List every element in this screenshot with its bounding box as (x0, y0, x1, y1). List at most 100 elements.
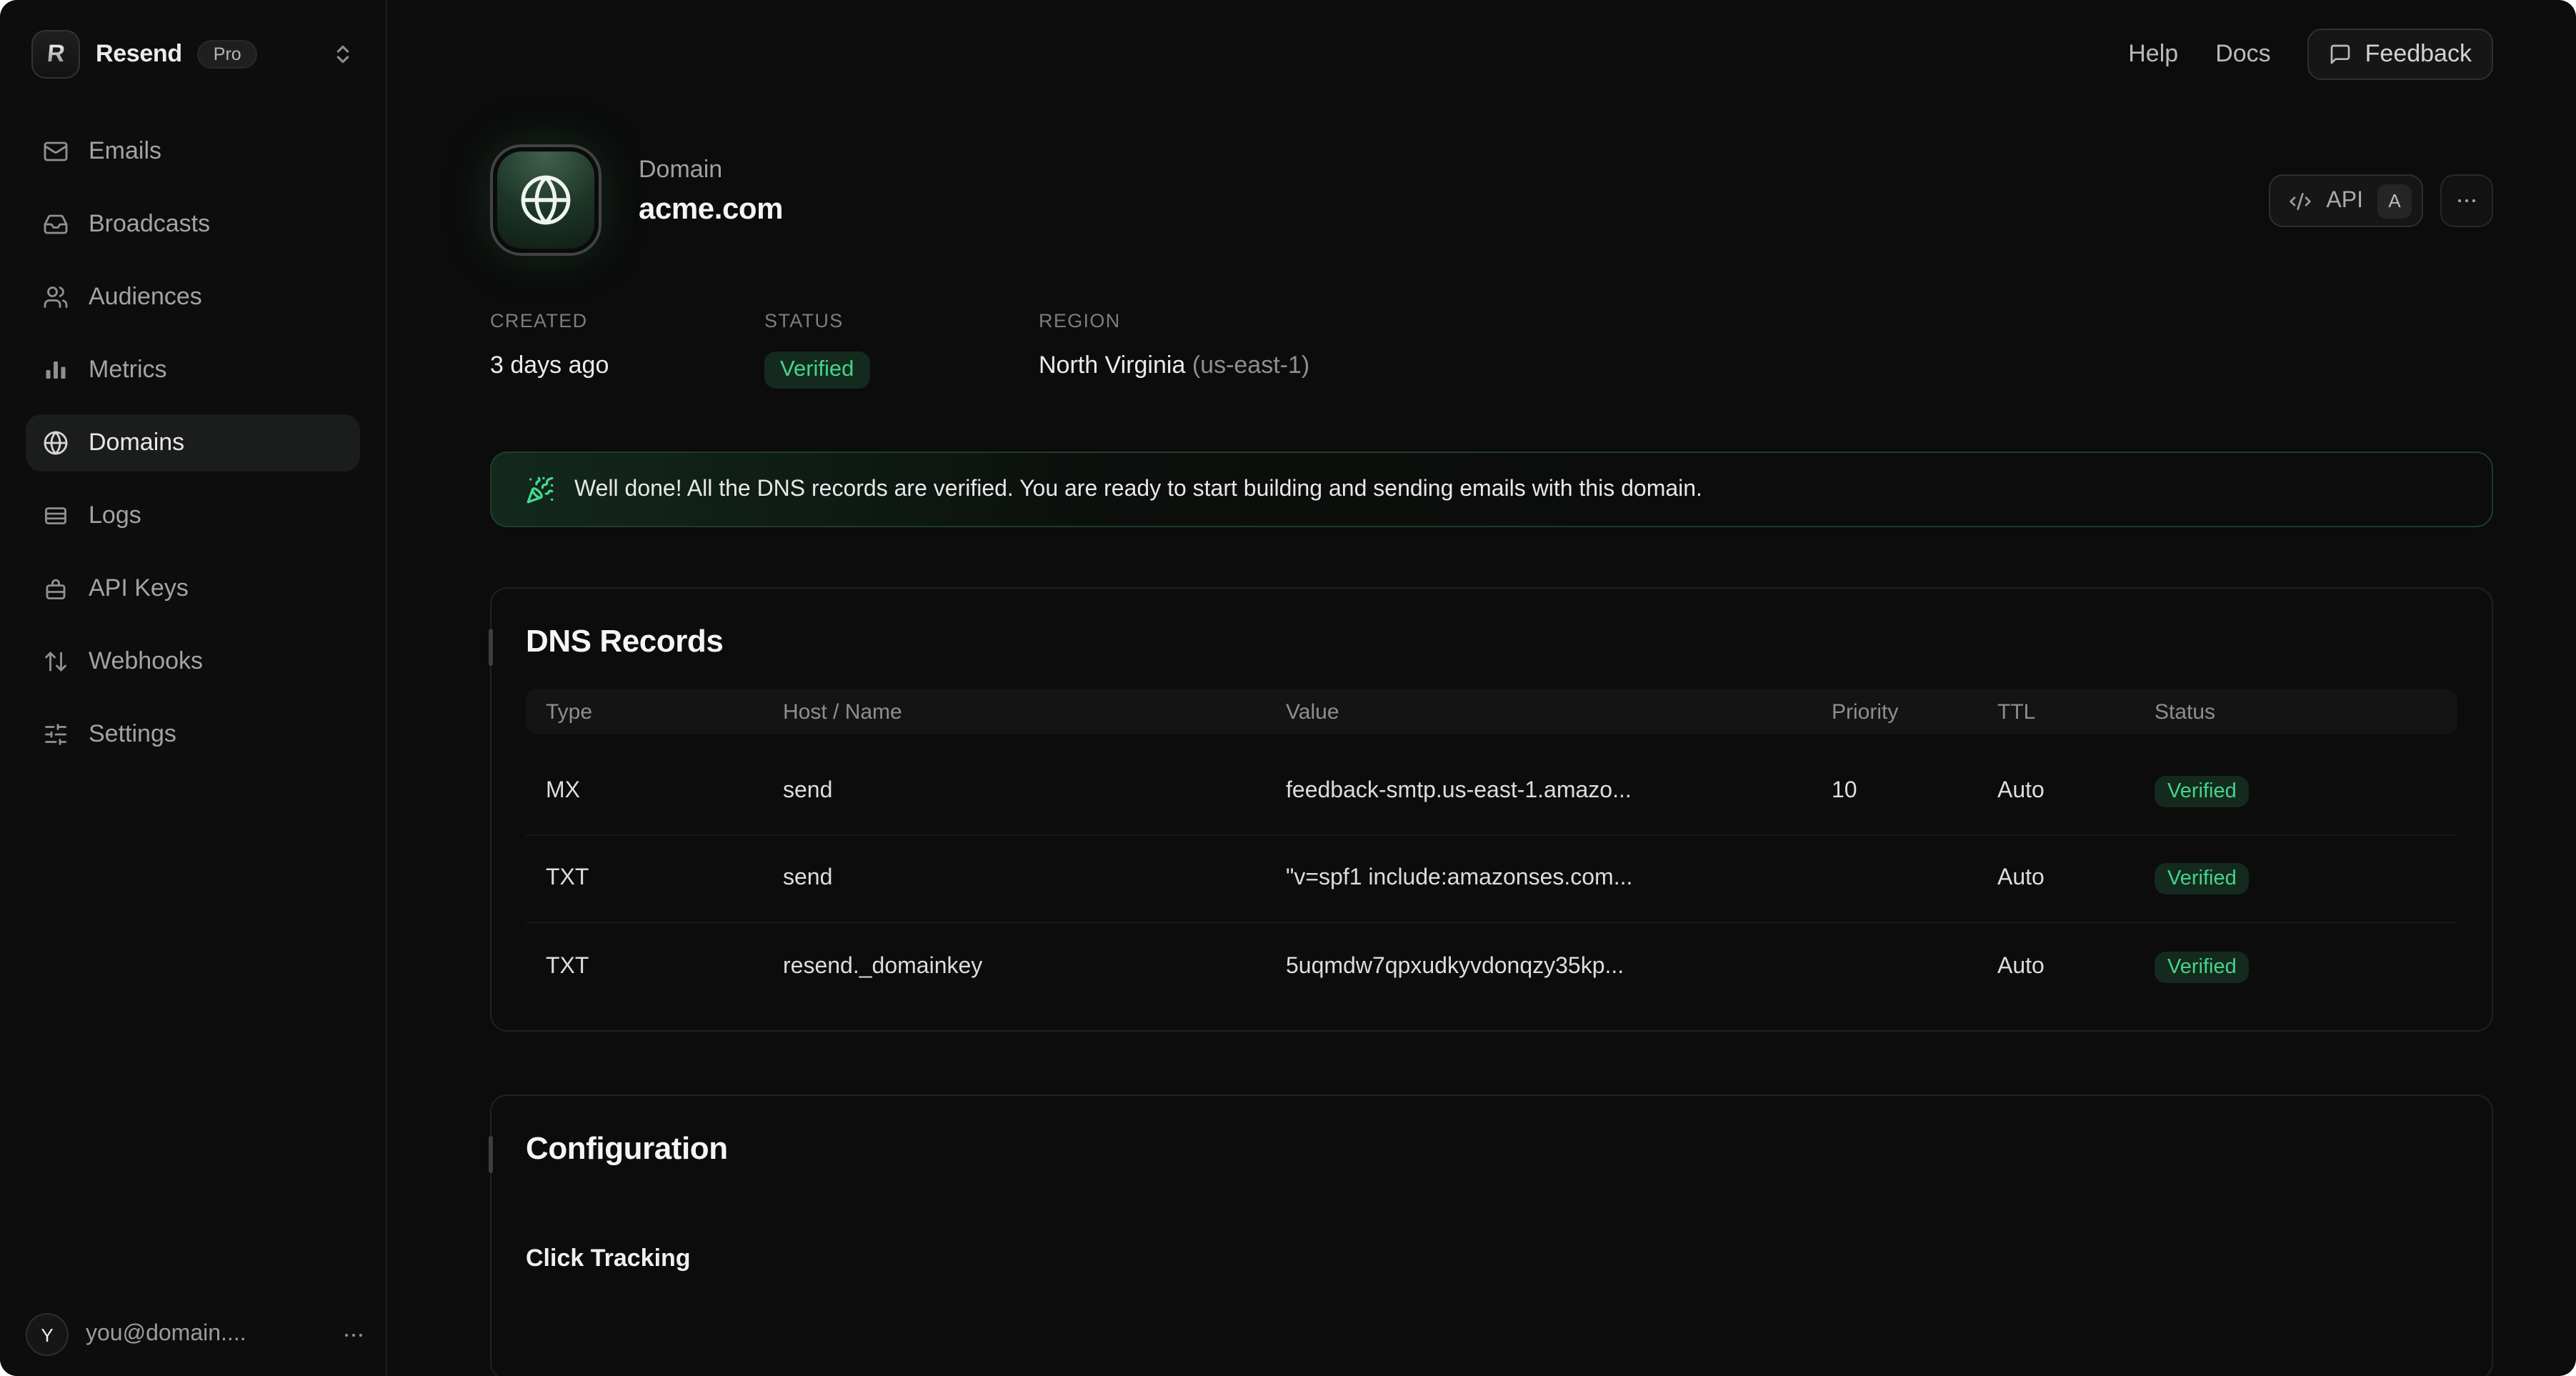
brand-name: Resend (96, 40, 182, 69)
status-badge: Verified (2155, 863, 2250, 894)
rows-icon (43, 503, 69, 529)
bar-chart-icon (43, 357, 69, 383)
feedback-button[interactable]: Feedback (2308, 29, 2493, 80)
cell-ttl: Auto (1997, 866, 2155, 892)
configuration-card: Configuration Click Tracking (490, 1095, 2493, 1376)
header-actions: API A (2269, 174, 2493, 227)
section-accent-bar (489, 629, 493, 666)
sidebar-item-api-keys[interactable]: API Keys (26, 560, 360, 617)
table-row[interactable]: MX send feedback-smtp.us-east-1.amazo...… (526, 749, 2457, 836)
sidebar-item-audiences[interactable]: Audiences (26, 269, 360, 326)
cell-host: send (783, 866, 1286, 892)
dns-table-header: Type Host / Name Value Priority TTL Stat… (526, 689, 2457, 734)
globe-icon (43, 430, 69, 456)
sidebar-item-label: Metrics (89, 356, 167, 384)
sidebar-item-label: Logs (89, 502, 141, 530)
top-nav: Help Docs Feedback (2128, 29, 2493, 80)
created-label: CREATED (490, 310, 764, 331)
cell-ttl: Auto (1997, 954, 2155, 979)
col-host: Host / Name (783, 699, 1286, 724)
cell-value: feedback-smtp.us-east-1.amazo... (1286, 779, 1832, 804)
workspace-switcher[interactable]: R Resend Pro (26, 29, 360, 80)
status-badge: Verified (764, 352, 869, 389)
party-popper-icon (526, 475, 554, 504)
sidebar: R Resend Pro Emails Broadcasts Audiences (0, 0, 387, 1376)
cell-type: MX (546, 779, 783, 804)
main-content: Help Docs Feedback Domain acme.com API A (387, 0, 2576, 1376)
avatar: Y (26, 1313, 69, 1356)
meta-region: REGION North Virginia (us-east-1) (1039, 310, 1309, 389)
sidebar-item-broadcasts[interactable]: Broadcasts (26, 196, 360, 253)
status-badge: Verified (2155, 951, 2250, 982)
sidebar-item-label: Webhooks (89, 647, 203, 676)
cell-type: TXT (546, 954, 783, 979)
sidebar-item-label: API Keys (89, 574, 189, 603)
domain-header: Domain acme.com API A (490, 144, 2493, 256)
help-link[interactable]: Help (2128, 40, 2178, 69)
api-button[interactable]: API A (2269, 174, 2423, 227)
dns-records-title: DNS Records (491, 589, 2492, 669)
docs-link[interactable]: Docs (2215, 40, 2270, 69)
col-ttl: TTL (1997, 699, 2155, 724)
meta-status: STATUS Verified (764, 310, 1039, 389)
message-square-icon (2330, 43, 2352, 66)
table-row[interactable]: TXT send "v=spf1 include:amazonses.com..… (526, 836, 2457, 923)
mail-icon (43, 139, 69, 164)
sliders-icon (43, 722, 69, 747)
users-icon (43, 284, 69, 310)
sidebar-item-metrics[interactable]: Metrics (26, 341, 360, 399)
status-badge: Verified (2155, 776, 2250, 807)
more-actions-button[interactable] (2440, 174, 2493, 227)
domain-meta: CREATED 3 days ago STATUS Verified REGIO… (490, 310, 2493, 389)
banner-message: Well done! All the DNS records are verif… (574, 477, 1702, 502)
app-window: R Resend Pro Emails Broadcasts Audiences (0, 0, 2576, 1376)
sidebar-item-label: Domains (89, 429, 184, 457)
sidebar-item-logs[interactable]: Logs (26, 487, 360, 544)
arrows-up-down-icon (43, 649, 69, 674)
globe-icon (519, 173, 573, 227)
table-row[interactable]: TXT resend._domainkey 5uqmdw7qpxudkyvdon… (526, 923, 2457, 1010)
sidebar-item-label: Emails (89, 137, 161, 166)
sidebar-item-label: Settings (89, 720, 176, 749)
cell-type: TXT (546, 866, 783, 892)
ellipsis-icon (2455, 189, 2479, 213)
sidebar-item-label: Broadcasts (89, 210, 210, 239)
code-icon (2289, 189, 2312, 212)
region-value: North Virginia (1039, 352, 1185, 379)
cell-priority: 10 (1832, 779, 1997, 804)
user-menu[interactable]: Y you@domain.... (26, 1313, 366, 1356)
success-banner: Well done! All the DNS records are verif… (490, 452, 2493, 527)
lock-icon (43, 576, 69, 602)
cell-value: 5uqmdw7qpxudkyvdonqzy35kp... (1286, 954, 1832, 979)
plan-badge: Pro (198, 40, 257, 69)
dns-table: Type Host / Name Value Priority TTL Stat… (526, 689, 2457, 1030)
sidebar-item-domains[interactable]: Domains (26, 414, 360, 472)
col-type: Type (546, 699, 783, 724)
inbox-icon (43, 211, 69, 237)
domain-avatar (490, 144, 601, 256)
chevrons-up-down-icon[interactable] (331, 43, 354, 66)
page-title: acme.com (639, 193, 783, 227)
created-value: 3 days ago (490, 352, 764, 380)
sidebar-nav: Emails Broadcasts Audiences Metrics Doma… (26, 123, 360, 763)
cell-host: resend._domainkey (783, 954, 1286, 979)
col-priority: Priority (1832, 699, 1997, 724)
resend-logo: R (31, 30, 80, 79)
meta-created: CREATED 3 days ago (490, 310, 764, 389)
cell-value: "v=spf1 include:amazonses.com... (1286, 866, 1832, 892)
section-accent-bar (489, 1136, 493, 1173)
sidebar-item-settings[interactable]: Settings (26, 706, 360, 763)
sidebar-item-emails[interactable]: Emails (26, 123, 360, 180)
domain-eyebrow: Domain (639, 156, 783, 184)
api-label: API (2326, 188, 2363, 214)
col-value: Value (1286, 699, 1832, 724)
api-shortcut-badge: A (2377, 184, 2412, 218)
configuration-title: Configuration (491, 1096, 2492, 1176)
ellipsis-icon[interactable] (341, 1322, 366, 1347)
cell-host: send (783, 779, 1286, 804)
dns-records-card: DNS Records Type Host / Name Value Prior… (490, 587, 2493, 1032)
status-label: STATUS (764, 310, 1039, 331)
sidebar-item-label: Audiences (89, 283, 202, 311)
click-tracking-label: Click Tracking (491, 1176, 2492, 1273)
sidebar-item-webhooks[interactable]: Webhooks (26, 633, 360, 690)
